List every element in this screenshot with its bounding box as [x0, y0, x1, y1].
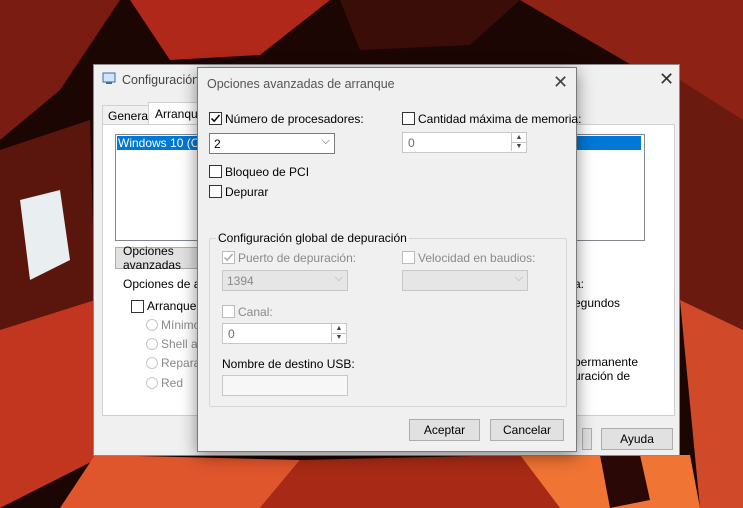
radio-repair[interactable] — [146, 357, 158, 369]
ok-button[interactable]: Aceptar — [409, 419, 480, 441]
boot-options-group-label: Opciones de arr — [123, 277, 209, 291]
seconds-label-fragment: egundos — [574, 296, 621, 310]
channel-checkbox[interactable] — [222, 305, 235, 318]
help-button[interactable]: Ayuda — [601, 428, 673, 450]
pci-lock-label: Bloqueo de PCI — [225, 165, 310, 179]
usb-target-label: Nombre de destino USB: — [222, 357, 355, 371]
apply-button-partial[interactable] — [582, 428, 592, 450]
cancel-button[interactable]: Cancelar — [490, 419, 564, 441]
usb-target-input[interactable] — [222, 375, 348, 396]
num-processors-value: 2 — [214, 137, 221, 151]
max-memory-value: 0 — [408, 136, 415, 150]
max-memory-label: Cantidad máxima de memoria: — [418, 112, 582, 126]
tab-general[interactable]: General — [102, 105, 151, 126]
channel-label: Canal: — [238, 305, 273, 319]
radio-minimal-label: Mínimo — [161, 318, 201, 332]
baud-rate-select[interactable]: ⌵ — [402, 270, 528, 291]
channel-value: 0 — [228, 327, 235, 341]
advanced-boot-options-dialog: Opciones avanzadas de arranque ✕ Número … — [197, 67, 581, 452]
radio-alt-shell[interactable] — [146, 338, 158, 350]
debug-port-value: 1394 — [227, 274, 254, 288]
checkmark-icon — [210, 114, 221, 123]
channel-spinner[interactable]: 0 ▲ ▼ — [222, 323, 347, 344]
radio-network[interactable] — [146, 377, 158, 389]
chevron-down-icon: ⌵ — [514, 272, 523, 284]
dialog-title: Opciones avanzadas de arranque — [207, 77, 395, 91]
max-memory-spinner[interactable]: 0 ▲ ▼ — [402, 132, 527, 153]
debug-port-checkbox[interactable] — [222, 251, 235, 264]
configuration-label-fragment: uración de — [574, 369, 631, 383]
num-processors-label: Número de procesadores: — [225, 112, 364, 126]
max-memory-checkbox[interactable] — [402, 112, 415, 125]
baud-rate-checkbox[interactable] — [402, 251, 415, 264]
safe-boot-checkbox[interactable] — [131, 300, 144, 313]
close-icon[interactable]: ✕ — [659, 69, 674, 90]
pci-lock-checkbox[interactable] — [209, 165, 222, 178]
tab-boot[interactable]: Arranque — [148, 102, 204, 126]
msconfig-icon — [102, 72, 116, 84]
debug-port-label: Puerto de depuración: — [238, 251, 357, 265]
debug-port-select[interactable]: 1394 ⌵ — [222, 270, 348, 291]
radio-network-label: Red — [161, 376, 184, 390]
spin-down-icon[interactable]: ▼ — [331, 333, 346, 342]
spin-down-icon[interactable]: ▼ — [511, 142, 526, 151]
radio-minimal[interactable] — [146, 319, 158, 331]
tab-general-label: General — [108, 109, 151, 123]
baud-rate-label: Velocidad en baudios: — [418, 251, 536, 265]
close-icon[interactable]: ✕ — [553, 72, 568, 93]
window-title: Configuración — [122, 73, 200, 87]
debug-label: Depurar — [225, 185, 269, 199]
chevron-down-icon: ⌵ — [321, 135, 330, 147]
num-processors-select[interactable]: 2 ⌵ — [209, 133, 335, 154]
checkmark-icon — [223, 253, 234, 262]
num-processors-checkbox[interactable] — [209, 112, 222, 125]
permanent-label-fragment: permanente — [574, 355, 639, 369]
list-item-label: Windows 10 (C:\ — [118, 136, 207, 150]
chevron-down-icon: ⌵ — [334, 272, 343, 284]
debug-checkbox[interactable] — [209, 185, 222, 198]
debug-group-title: Configuración global de depuración — [216, 231, 409, 245]
